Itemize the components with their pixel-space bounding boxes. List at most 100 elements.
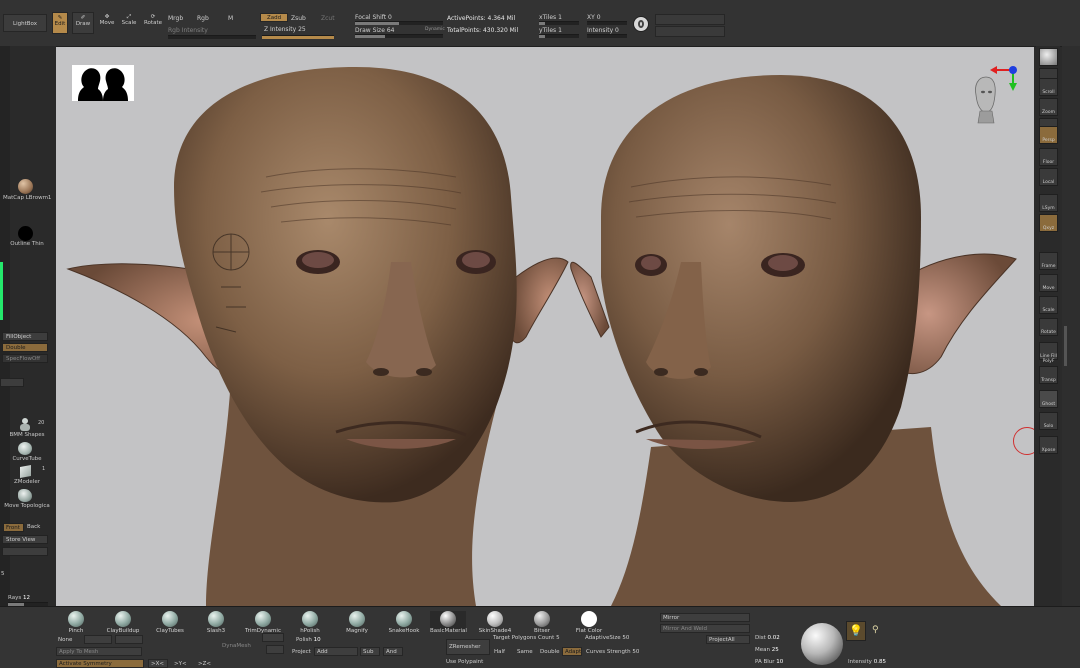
dynamic-toggle[interactable]: Dynamic: [425, 27, 445, 32]
draw-size-slider[interactable]: [355, 34, 443, 38]
edit-button[interactable]: ✎ Edit: [52, 12, 68, 34]
material-flatcolor[interactable]: Flat Color: [571, 611, 607, 634]
matcap-swatch[interactable]: [18, 179, 33, 194]
zadd-button[interactable]: Zadd: [260, 13, 288, 22]
none-label[interactable]: None: [58, 637, 72, 643]
lsym-button[interactable]: LSym: [1039, 194, 1058, 212]
canvas-viewport[interactable]: [56, 47, 1034, 606]
light-bulb-small-icon[interactable]: ⚲: [872, 625, 879, 635]
projectall-button[interactable]: ProjectAll: [706, 635, 750, 644]
m-toggle[interactable]: M: [228, 15, 233, 22]
draw-button[interactable]: ✐ Draw: [72, 12, 94, 34]
transp-button[interactable]: Transp: [1039, 366, 1058, 384]
mrgb-toggle[interactable]: Mrgb: [168, 15, 183, 22]
scroll-thumb[interactable]: [1064, 326, 1067, 366]
add-button[interactable]: Add: [314, 647, 358, 656]
scale-button[interactable]: ⤢ Scale: [120, 12, 138, 34]
top-field-1[interactable]: [655, 14, 725, 25]
material-basic[interactable]: BasicMaterial: [430, 611, 467, 634]
curvetube-icon[interactable]: [18, 442, 32, 455]
bpr-button[interactable]: [1039, 48, 1058, 66]
zremesher-button[interactable]: ZRemesher: [446, 639, 490, 655]
top-field-2[interactable]: [655, 26, 725, 37]
qxyz-button[interactable]: Qxyz: [1039, 214, 1058, 232]
move-button[interactable]: ✥ Move: [98, 12, 116, 34]
back-button[interactable]: Back: [25, 523, 46, 532]
brush-hpolish[interactable]: hPolish: [292, 611, 328, 634]
left-empty-button[interactable]: [2, 547, 48, 556]
same-button[interactable]: Same: [517, 649, 533, 655]
frame-button[interactable]: Frame: [1039, 252, 1058, 270]
outline-swatch[interactable]: [18, 226, 33, 241]
pa-blur-slider[interactable]: PA Blur 10: [755, 659, 783, 665]
zbrush-logo-icon[interactable]: [633, 16, 649, 32]
left-small-button[interactable]: [0, 378, 24, 387]
scroll-button[interactable]: Scroll: [1039, 78, 1058, 96]
xpose-button[interactable]: Xpose: [1039, 436, 1058, 454]
project-toggle[interactable]: Project: [292, 649, 311, 655]
brush-claybuildup[interactable]: ClayBuildup: [105, 611, 141, 634]
rgb-toggle[interactable]: Rgb: [197, 15, 209, 22]
dist-slider[interactable]: Dist 0.02: [755, 635, 780, 641]
zsub-button[interactable]: Zsub: [291, 15, 306, 22]
rotate-button[interactable]: ⟳ Rotate: [143, 12, 163, 34]
front-button[interactable]: Front: [3, 523, 24, 532]
brush-pinch[interactable]: Pinch: [58, 611, 94, 634]
lightbox-button[interactable]: LightBox: [3, 14, 47, 32]
z-intensity-slider[interactable]: [262, 35, 334, 39]
brush-slash3[interactable]: Slash3: [198, 611, 234, 634]
xy-slider[interactable]: [587, 21, 627, 25]
xtiles-slider[interactable]: [539, 21, 579, 25]
left-tray-handle[interactable]: [0, 46, 10, 606]
solo-button[interactable]: Solo: [1039, 412, 1058, 430]
mirror-button[interactable]: Mirror: [660, 613, 750, 622]
ytiles-slider[interactable]: [539, 34, 579, 38]
rgb-intensity-slider[interactable]: [168, 35, 256, 39]
bmm-shapes-icon[interactable]: [19, 418, 31, 431]
brush-claytubes[interactable]: ClayTubes: [152, 611, 188, 634]
persp-button[interactable]: Persp: [1039, 126, 1058, 144]
floor-button[interactable]: Floor: [1039, 148, 1058, 166]
none-field-1[interactable]: [84, 635, 112, 644]
double-button[interactable]: Double: [2, 343, 48, 352]
mean-slider[interactable]: Mean 25: [755, 647, 779, 653]
mirror-and-weld-button[interactable]: Mirror And Weld: [660, 624, 750, 633]
use-polypaint-toggle[interactable]: Use Polypaint: [446, 659, 483, 665]
light-bulb-icon[interactable]: 💡: [846, 621, 866, 641]
intensity-slider[interactable]: [587, 34, 627, 38]
zoom-button[interactable]: Zoom: [1039, 98, 1058, 116]
brush-trimdynamic[interactable]: TrimDynamic: [245, 611, 281, 634]
zcut-button[interactable]: Zcut: [321, 15, 335, 22]
polyframe-button[interactable]: Line Fill PolyF: [1039, 342, 1058, 364]
half-button[interactable]: Half: [494, 649, 505, 655]
move-topological-icon[interactable]: [18, 489, 32, 502]
symmetry-y-button[interactable]: >Y<: [174, 661, 187, 667]
store-view-button[interactable]: Store View: [2, 535, 48, 544]
right-tray-scrollbar[interactable]: [1062, 46, 1080, 606]
symmetry-z-button[interactable]: >Z<: [198, 661, 211, 667]
light-intensity-slider[interactable]: Intensity 0.85: [848, 659, 886, 665]
sculpt-head-side[interactable]: [561, 47, 1034, 606]
material-skinshade[interactable]: SkinShade4: [477, 611, 513, 634]
dynamesh-label[interactable]: DynaMesh: [222, 643, 251, 649]
scale-view-button[interactable]: Scale: [1039, 296, 1058, 314]
target-polygons-slider[interactable]: Target Polygons Count 5: [493, 635, 560, 641]
local-button[interactable]: Local: [1039, 168, 1058, 186]
move-view-button[interactable]: Move: [1039, 274, 1058, 292]
curves-strength-slider[interactable]: Curves Strength 50: [586, 649, 639, 655]
brush-bitser[interactable]: Bitser: [524, 611, 560, 634]
none-field-2[interactable]: [115, 635, 143, 644]
sub-button[interactable]: Sub: [360, 647, 380, 656]
zmodeler-icon[interactable]: [20, 465, 31, 478]
and-button[interactable]: And: [383, 647, 403, 656]
material-preview-sphere[interactable]: [801, 623, 843, 665]
adaptive-size-slider[interactable]: AdaptiveSize 50: [585, 635, 629, 641]
brush-snakehook[interactable]: SnakeHook: [386, 611, 422, 634]
spec-button[interactable]: SpecFlowOff: [2, 354, 48, 363]
groups-field[interactable]: [266, 645, 284, 654]
fillobject-button[interactable]: FillObject: [2, 332, 48, 341]
ghost-button[interactable]: Ghost: [1039, 390, 1058, 408]
focal-shift-slider[interactable]: [355, 21, 443, 25]
brush-magnify[interactable]: Magnify: [339, 611, 375, 634]
apply-to-mesh-button[interactable]: Apply To Mesh: [56, 647, 142, 656]
